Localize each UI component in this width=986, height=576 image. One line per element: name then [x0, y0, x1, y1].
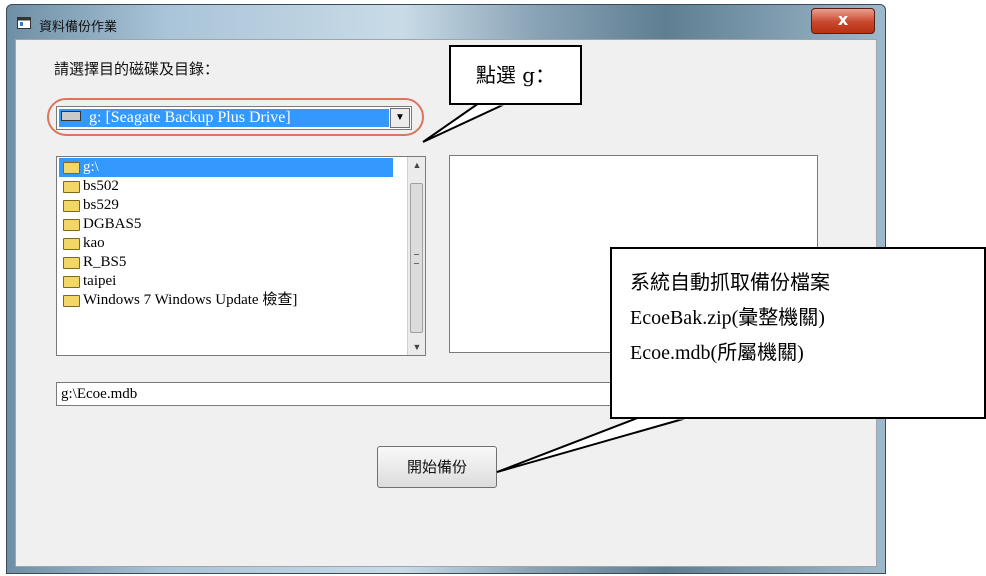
folder-icon: [63, 181, 80, 193]
directory-label: kao: [83, 235, 105, 251]
directory-label: Windows 7 Windows Update 檢查]: [83, 292, 298, 308]
auto-fetch-callout: 系統自動抓取備份檔案 EcoeBak.zip(彙整機關) Ecoe.mdb(所屬…: [610, 247, 986, 419]
directory-item[interactable]: bs502: [59, 177, 119, 196]
directory-label: taipei: [83, 273, 117, 289]
folder-icon: [63, 200, 80, 212]
directory-label: DGBAS5: [83, 216, 142, 232]
close-button[interactable]: x: [811, 8, 875, 34]
drive-highlight-ring: [47, 98, 424, 136]
directory-item[interactable]: bs529: [59, 196, 119, 215]
callout-line: 系統自動抓取備份檔案: [630, 272, 830, 294]
drive-hint-callout: 點選 g：: [449, 45, 582, 105]
directory-label: R_BS5: [83, 254, 127, 270]
start-backup-button[interactable]: 開始備份: [377, 446, 497, 488]
choose-drive-label: 請選擇目的磁碟及目錄：: [54, 60, 220, 78]
folder-icon: [63, 276, 80, 288]
callout-line: EcoeBak.zip(彙整機關): [630, 307, 825, 329]
directory-item[interactable]: R_BS5: [59, 253, 126, 272]
directory-item[interactable]: Windows 7 Windows Update 檢查]: [59, 291, 297, 310]
directory-item[interactable]: DGBAS5: [59, 215, 141, 234]
callout-line: Ecoe.mdb(所屬機關): [630, 342, 804, 364]
directory-item[interactable]: g:\: [59, 158, 393, 177]
directory-label: bs502: [83, 178, 119, 194]
folder-icon: [63, 219, 80, 231]
directory-item[interactable]: kao: [59, 234, 105, 253]
scroll-down-arrow-icon[interactable]: ▼: [409, 339, 425, 355]
directory-label: bs529: [83, 197, 119, 213]
title-bar[interactable]: 資料備份作業 x: [7, 5, 885, 43]
directory-item[interactable]: taipei: [59, 272, 116, 291]
window-app-icon: [17, 17, 31, 29]
folder-icon: [63, 257, 80, 269]
directory-label: g:\: [83, 159, 99, 175]
directory-scrollbar[interactable]: ▲ ▼: [407, 157, 425, 355]
directory-listbox[interactable]: g:\ bs502 bs529 DGBAS5 kao R_BS5 taipei …: [56, 156, 426, 356]
window-title: 資料備份作業: [39, 20, 118, 35]
scroll-thumb[interactable]: [410, 183, 423, 333]
open-folder-icon: [63, 162, 80, 174]
folder-icon: [63, 238, 80, 250]
scroll-up-arrow-icon[interactable]: ▲: [409, 157, 425, 173]
folder-icon: [63, 295, 80, 307]
scroll-grip-icon: [414, 254, 419, 264]
